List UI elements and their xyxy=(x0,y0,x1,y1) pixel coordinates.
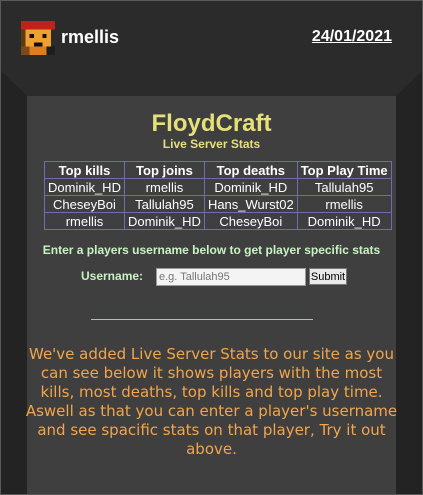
table-row: rmellis Dominik_HD CheseyBoi Dominik_HD xyxy=(44,212,392,230)
column-header: Top deaths xyxy=(203,161,298,179)
column-header: Top Play Time xyxy=(296,161,392,179)
top-bar: rmellis 24/01/2021 xyxy=(1,1,422,63)
table-cell: Dominik_HD xyxy=(296,212,392,230)
table-row: CheseyBoi Tallulah95 Hans_Wurst02 rmelli… xyxy=(44,195,392,213)
table-header-row: Top kills Top joins Top deaths Top Play … xyxy=(44,161,392,179)
username-input[interactable] xyxy=(156,268,306,286)
divider xyxy=(91,319,313,320)
table-cell: Tallulah95 xyxy=(296,178,392,196)
table-cell: Dominik_HD xyxy=(123,212,205,230)
date-link[interactable]: 24/01/2021 xyxy=(312,28,392,46)
column-header: Top kills xyxy=(44,161,125,179)
stats-table: Top kills Top joins Top deaths Top Play … xyxy=(44,161,392,230)
table-cell: Hans_Wurst02 xyxy=(203,195,298,213)
minecraft-avatar-icon xyxy=(21,21,55,55)
username[interactable]: rmellis xyxy=(61,27,119,48)
table-cell: rmellis xyxy=(123,178,205,196)
page-subtitle: Live Server Stats xyxy=(162,137,261,151)
table-cell: CheseyBoi xyxy=(44,195,125,213)
page-title: FloydCraft xyxy=(151,110,272,137)
table-row: Dominik_HD rmellis Dominik_HD Tallulah95 xyxy=(44,178,392,196)
description-text: We've added Live Server Stats to our sit… xyxy=(25,345,398,458)
submit-button[interactable]: Submit xyxy=(309,268,347,285)
username-label: Username: xyxy=(81,269,144,283)
table-cell: Tallulah95 xyxy=(123,195,205,213)
table-cell: rmellis xyxy=(44,212,125,230)
column-header: Top joins xyxy=(123,161,205,179)
table-cell: CheseyBoi xyxy=(203,212,298,230)
table-cell: Dominik_HD xyxy=(44,178,125,196)
page-frame: rmellis 24/01/2021 FloydCraft Live Serve… xyxy=(0,0,423,495)
search-prompt: Enter a players username below to get pl… xyxy=(42,243,381,257)
table-cell: Dominik_HD xyxy=(203,178,298,196)
table-cell: rmellis xyxy=(296,195,392,213)
